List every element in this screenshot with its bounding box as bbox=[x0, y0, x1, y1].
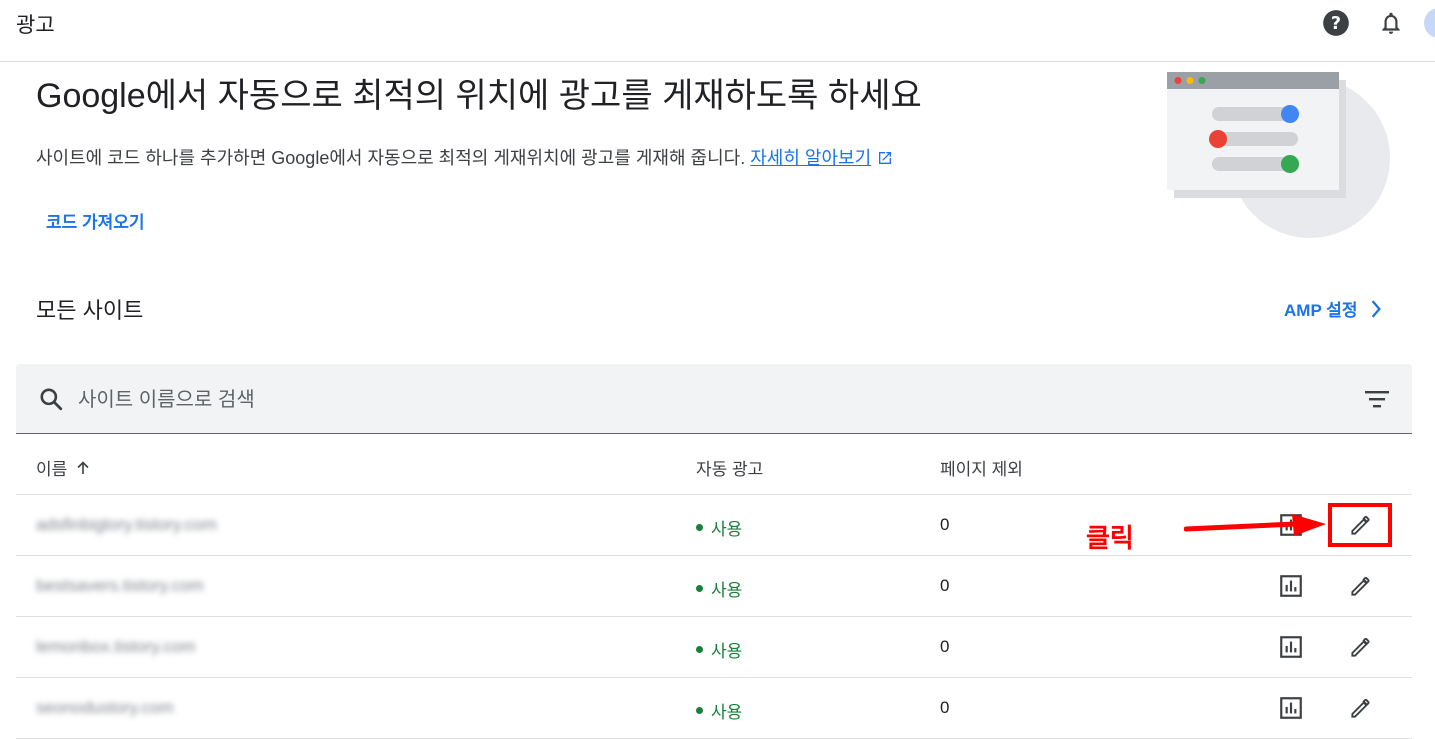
site-name[interactable]: lemonbox.tistory.com bbox=[36, 637, 195, 656]
auto-ads-illustration bbox=[1167, 72, 1390, 238]
hero-description-text: 사이트에 코드 하나를 추가하면 Google에서 자동으로 최적의 게재위치에… bbox=[36, 148, 746, 168]
chevron-right-icon bbox=[1372, 299, 1382, 318]
auto-ads-status: 사용 bbox=[696, 576, 742, 601]
report-icon[interactable] bbox=[1278, 695, 1304, 721]
auto-ads-status: 사용 bbox=[696, 698, 742, 723]
avatar[interactable] bbox=[1424, 8, 1435, 38]
status-dot-icon bbox=[696, 707, 703, 714]
all-sites-title: 모든 사이트 bbox=[36, 298, 144, 323]
site-name[interactable]: bestsavers.tistory.com bbox=[36, 576, 204, 595]
status-dot-icon bbox=[696, 646, 703, 653]
auto-ads-status-label: 사용 bbox=[711, 703, 743, 722]
auto-ads-status-label: 사용 bbox=[711, 581, 743, 600]
learn-more-link[interactable]: 자세히 알아보기 bbox=[750, 148, 871, 168]
site-name[interactable]: adsfinbigtory.tistory.com bbox=[36, 515, 217, 534]
table-header: 이름 자동 광고 페이지 제외 bbox=[16, 434, 1412, 495]
report-icon[interactable] bbox=[1278, 634, 1304, 660]
column-name-header[interactable]: 이름 bbox=[36, 455, 91, 480]
top-bar: 광고 ? bbox=[0, 0, 1435, 62]
help-icon[interactable]: ? bbox=[1322, 9, 1350, 37]
page-title: 광고 bbox=[16, 14, 55, 37]
edit-pencil-icon[interactable] bbox=[1348, 573, 1374, 599]
excluded-pages-count: 0 bbox=[940, 637, 950, 656]
report-icon[interactable] bbox=[1278, 573, 1304, 599]
edit-pencil-icon[interactable] bbox=[1348, 695, 1374, 721]
column-name-label: 이름 bbox=[36, 460, 68, 479]
site-name[interactable]: seonodustory.com bbox=[36, 698, 174, 717]
table-row: lemonbox.tistory.com 사용 0 bbox=[16, 617, 1412, 678]
bell-icon[interactable] bbox=[1378, 9, 1404, 37]
site-search-input[interactable] bbox=[76, 382, 1280, 418]
table-row: seonodustory.com 사용 0 bbox=[16, 678, 1412, 739]
excluded-pages-count: 0 bbox=[940, 576, 950, 595]
column-auto-ads-header: 자동 광고 bbox=[696, 460, 764, 479]
search-icon bbox=[40, 388, 63, 411]
amp-settings-label: AMP 설정 bbox=[1284, 301, 1358, 320]
amp-settings-link[interactable]: AMP 설정 bbox=[1284, 296, 1383, 321]
auto-ads-status: 사용 bbox=[696, 515, 742, 540]
auto-ads-status-label: 사용 bbox=[711, 520, 743, 539]
sites-table: 이름 자동 광고 페이지 제외 adsfinbigtory.tistory.co… bbox=[16, 434, 1412, 739]
hero-description: 사이트에 코드 하나를 추가하면 Google에서 자동으로 최적의 게재위치에… bbox=[36, 144, 893, 170]
get-code-button[interactable]: 코드 가져오기 bbox=[36, 202, 155, 239]
column-excluded-pages-header: 페이지 제외 bbox=[940, 460, 1023, 479]
status-dot-icon bbox=[696, 524, 703, 531]
excluded-pages-count: 0 bbox=[940, 515, 950, 534]
svg-text:?: ? bbox=[1331, 14, 1341, 34]
annotation-arrow-icon bbox=[1184, 514, 1326, 536]
auto-ads-status: 사용 bbox=[696, 637, 742, 662]
auto-ads-status-label: 사용 bbox=[711, 642, 743, 661]
status-dot-icon bbox=[696, 585, 703, 592]
sort-ascending-icon[interactable] bbox=[75, 460, 91, 476]
hero-headline: Google에서 자동으로 최적의 위치에 광고를 게재하도록 하세요 bbox=[36, 77, 922, 115]
filter-icon[interactable] bbox=[1364, 388, 1390, 410]
excluded-pages-count: 0 bbox=[940, 698, 950, 717]
external-link-icon[interactable] bbox=[877, 150, 893, 166]
edit-pencil-icon[interactable] bbox=[1348, 634, 1374, 660]
site-search-bar bbox=[16, 364, 1412, 434]
annotation-click-label: 클릭 bbox=[1086, 523, 1134, 553]
annotation-highlight-box bbox=[1328, 503, 1392, 547]
table-row: bestsavers.tistory.com 사용 0 bbox=[16, 556, 1412, 617]
